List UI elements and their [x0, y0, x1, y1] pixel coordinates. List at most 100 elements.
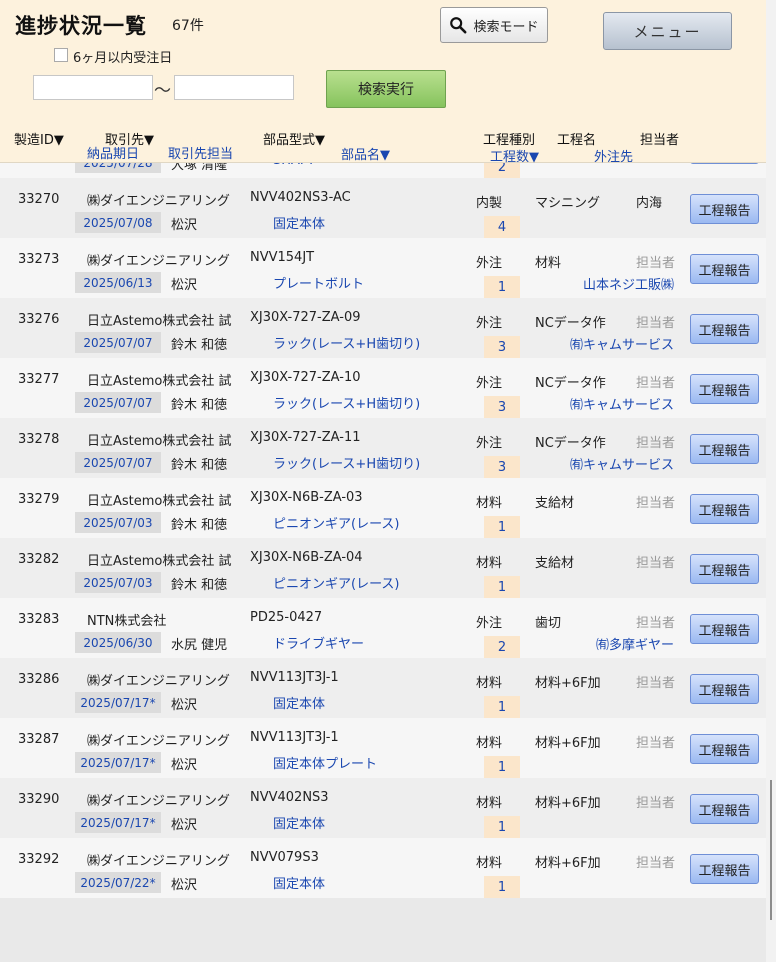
table-row[interactable]: 33276 日立Astemo株式会社 試 XJ30X-727-ZA-09 外注 NCデー…: [0, 298, 766, 358]
part-model: XJ30X-N6B-ZA-03: [250, 490, 363, 505]
person-header: 担当者: [640, 133, 680, 148]
part-name-link[interactable]: 固定本体プレート: [273, 753, 377, 772]
sort-part-name-header[interactable]: 部品名▼: [341, 144, 390, 163]
table-row[interactable]: 33282 日立Astemo株式会社 試 XJ30X-N6B-ZA-04 材料 支給材 担…: [0, 538, 766, 598]
process-report-button[interactable]: 工程報告: [690, 494, 759, 524]
table-row[interactable]: 33290 ㈱ダイエンジニアリング NVV402NS3 材料 材料+6F加 担当者 2025…: [0, 778, 766, 838]
step-count-badge: 4: [484, 216, 520, 238]
vendor-link[interactable]: ㈲キャムサービス: [570, 394, 674, 413]
person-in-charge: 内海: [636, 196, 663, 211]
process-name: 材料+6F加: [535, 856, 601, 871]
vendor-header: 外注先: [594, 150, 634, 165]
table-row[interactable]: 33283 NTN株式会社 PD25-0427 外注 歯切 担当者 2025/06/30 水尻…: [0, 598, 766, 658]
part-model: XJ30X-N6B-ZA-04: [250, 550, 363, 565]
part-model: NVV113JT3J-1: [250, 670, 339, 685]
scrollbar-thumb[interactable]: [770, 780, 772, 920]
production-id: 33287: [18, 732, 60, 747]
process-report-button[interactable]: 工程報告: [690, 734, 759, 764]
step-count-badge: 1: [484, 696, 520, 718]
part-name-link[interactable]: ピニオンギア(レース): [273, 573, 400, 592]
process-type: 材料: [476, 796, 503, 811]
search-mode-button[interactable]: 検索モード: [440, 7, 548, 43]
process-type: 材料: [476, 676, 503, 691]
production-id: 33286: [18, 672, 60, 687]
table-row[interactable]: 33286 ㈱ダイエンジニアリング NVV113JT3J-1 材料 材料+6F加 担当者 2…: [0, 658, 766, 718]
person-in-charge: 担当者: [636, 316, 676, 331]
sort-step-count-header[interactable]: 工程数▼: [490, 146, 539, 165]
delivery-date: 2025/06/13: [75, 272, 161, 293]
process-report-button[interactable]: 工程報告: [690, 254, 759, 284]
vendor-link[interactable]: ㈲多摩ギヤー: [596, 634, 674, 653]
table-row[interactable]: 33273 ㈱ダイエンジニアリング NVV154JT 外注 材料 担当者 2025/06/1…: [0, 238, 766, 298]
vendor-link[interactable]: ㈲キャムサービス: [570, 454, 674, 473]
part-name-link[interactable]: ラック(レース+H歯切り): [273, 333, 420, 352]
process-report-button[interactable]: 工程報告: [690, 314, 759, 344]
table-row[interactable]: 33267日立Astemo株式会社 試XJ30X-727-ZA-04内製NC旋盤…: [0, 162, 766, 178]
production-id: 33279: [18, 492, 60, 507]
part-name-link[interactable]: 固定本体: [273, 813, 325, 832]
client-contact: 松沢: [171, 278, 198, 293]
range-separator: 〜: [154, 81, 171, 101]
date-to-input[interactable]: [174, 75, 294, 100]
six-month-checkbox[interactable]: [54, 48, 68, 62]
client-name: ㈱ダイエンジニアリング: [87, 194, 230, 209]
process-report-button[interactable]: 工程報告: [690, 194, 759, 224]
client-contact-header: 取引先担当: [168, 147, 234, 162]
table-row[interactable]: 33292 ㈱ダイエンジニアリング NVV079S3 材料 材料+6F加 担当者 2025/…: [0, 838, 766, 898]
part-name-link[interactable]: 固定本体: [273, 213, 325, 232]
sort-part-model-header[interactable]: 部品型式▼: [263, 129, 325, 148]
part-name-link[interactable]: ラック(レース+H歯切り): [273, 393, 420, 412]
process-name: NCデータ作: [535, 316, 606, 331]
column-header: 製造ID▼ 取引先▼ 納品期日 取引先担当 部品型式▼ 部品名▼ 工程種別 工程…: [0, 120, 766, 165]
process-report-button[interactable]: 工程報告: [690, 374, 759, 404]
part-model: NVV402NS3-AC: [250, 190, 351, 205]
production-id: 33273: [18, 252, 60, 267]
process-type: 外注: [476, 316, 503, 331]
progress-list[interactable]: 33267日立Astemo株式会社 試XJ30X-727-ZA-04内製NC旋盤…: [0, 162, 766, 962]
table-row[interactable]: 33279 日立Astemo株式会社 試 XJ30X-N6B-ZA-03 材料 支給材 担…: [0, 478, 766, 538]
process-name: NCデータ作: [535, 436, 606, 451]
client-contact: 大塚 清隆: [171, 162, 228, 173]
delivery-date: 2025/07/28: [75, 162, 161, 173]
part-model: XJ30X-727-ZA-09: [250, 310, 361, 325]
part-name-link[interactable]: ラック(レース+H歯切り): [273, 453, 420, 472]
person-in-charge: 担当者: [636, 256, 676, 271]
process-report-button[interactable]: 工程報告: [690, 794, 759, 824]
client-name: 日立Astemo株式会社 試: [87, 494, 232, 509]
part-name-link[interactable]: 固定本体: [273, 873, 325, 892]
menu-button[interactable]: メニュー: [603, 12, 732, 50]
step-count-badge: 3: [484, 336, 520, 358]
vendor-link[interactable]: ㈲キャムサービス: [570, 334, 674, 353]
delivery-date: 2025/07/22*: [75, 872, 161, 893]
client-name: 日立Astemo株式会社 試: [87, 554, 232, 569]
table-row[interactable]: 33277 日立Astemo株式会社 試 XJ30X-727-ZA-10 外注 NCデー…: [0, 358, 766, 418]
process-type: 材料: [476, 496, 503, 511]
part-name-link[interactable]: ピニオンギア(レース): [273, 513, 400, 532]
table-row[interactable]: 33287 ㈱ダイエンジニアリング NVV113JT3J-1 材料 材料+6F加 担当者 2…: [0, 718, 766, 778]
execute-search-button[interactable]: 検索実行: [326, 70, 446, 108]
sort-id-header[interactable]: 製造ID▼: [14, 129, 64, 148]
person-in-charge: 担当者: [636, 376, 676, 391]
process-report-button[interactable]: 工程報告: [690, 674, 759, 704]
process-type: 内製: [476, 196, 503, 211]
part-name-link[interactable]: 固定本体: [273, 693, 325, 712]
step-count-badge: 1: [484, 516, 520, 538]
part-name-link[interactable]: プレートボルト: [273, 273, 364, 292]
client-name: 日立Astemo株式会社 試: [87, 314, 232, 329]
process-report-button[interactable]: 工程報告: [690, 854, 759, 884]
part-name-link[interactable]: ドライブギヤー: [273, 633, 364, 652]
delivery-date: 2025/07/07: [75, 392, 161, 413]
process-report-button[interactable]: 工程報告: [690, 614, 759, 644]
date-from-input[interactable]: [33, 75, 153, 100]
table-row[interactable]: 33270 ㈱ダイエンジニアリング NVV402NS3-AC 内製 マシニング 内海 202…: [0, 178, 766, 238]
process-report-button[interactable]: 工程報告: [690, 434, 759, 464]
vendor-link[interactable]: 山本ネジ工販㈱: [583, 274, 674, 293]
person-in-charge: 担当者: [636, 616, 676, 631]
process-type: 外注: [476, 376, 503, 391]
table-row[interactable]: 33278 日立Astemo株式会社 試 XJ30X-727-ZA-11 外注 NCデー…: [0, 418, 766, 478]
delivery-date: 2025/07/03: [75, 572, 161, 593]
person-in-charge: 担当者: [636, 796, 676, 811]
process-type: 外注: [476, 616, 503, 631]
delivery-date: 2025/07/08: [75, 212, 161, 233]
process-report-button[interactable]: 工程報告: [690, 554, 759, 584]
